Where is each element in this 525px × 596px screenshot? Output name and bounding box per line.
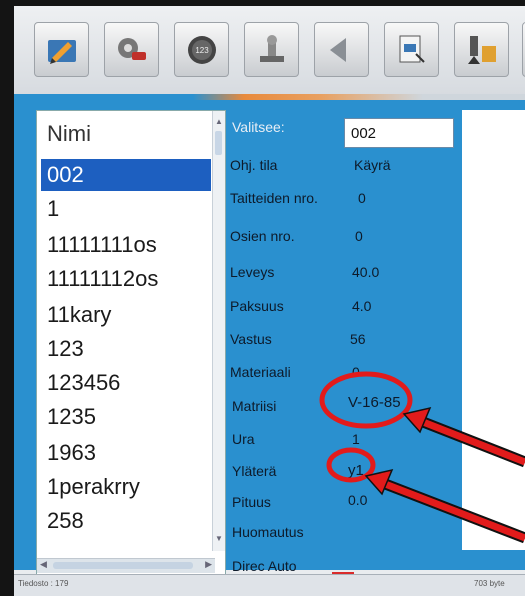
list-item[interactable]: 11kary xyxy=(41,299,211,331)
prop-label-pituus: Pituus xyxy=(232,494,271,510)
prop-value-taitteiden-nro: 0 xyxy=(358,190,366,206)
file-size: 703 byte xyxy=(474,579,505,588)
prop-label-matriisi: Matriisi xyxy=(232,398,277,414)
prop-label-ohj-tila: Ohj. tila xyxy=(230,157,278,173)
pencil-edit-button[interactable] xyxy=(34,22,89,77)
hscroll-thumb[interactable] xyxy=(53,562,193,569)
list-vertical-scrollbar[interactable]: ▲ ▼ xyxy=(212,111,225,551)
scroll-right-icon[interactable]: ▶ xyxy=(205,559,212,570)
preview-panel xyxy=(462,110,525,550)
counter-dial-icon: 123 xyxy=(187,35,216,64)
list-item[interactable]: 1963 xyxy=(41,437,211,469)
prop-value-ura: 1 xyxy=(352,431,360,447)
prop-label-materiaali: Materiaali xyxy=(230,364,291,380)
back-button[interactable] xyxy=(314,22,369,77)
prop-label-huomautus: Huomautus xyxy=(232,524,304,540)
bend-tool-button[interactable] xyxy=(454,22,509,77)
prop-value-matriisi: V-16-85 xyxy=(348,394,401,411)
prop-label-leveys: Leveys xyxy=(230,264,275,280)
tools-gear-icon xyxy=(117,37,146,60)
prop-label-direc-auto: Direc Auto xyxy=(232,558,297,574)
list-header: Nimi xyxy=(47,121,91,146)
document-pointer-icon xyxy=(399,35,425,63)
list-item[interactable]: 1 xyxy=(41,193,211,225)
prop-label-osien-nro: Osien nro. xyxy=(230,228,295,244)
tools-button[interactable] xyxy=(104,22,159,77)
list-horizontal-scrollbar[interactable]: ◀ ▶ xyxy=(37,558,215,573)
list-item[interactable]: 11111111os xyxy=(41,229,211,261)
prop-value-paksuus: 4.0 xyxy=(352,298,372,314)
prop-label-ura: Ura xyxy=(232,431,255,447)
toolbar: 123 xyxy=(14,6,525,94)
status-bar: Tiedosto : 179 703 byte xyxy=(14,574,525,596)
stamp-button[interactable] xyxy=(244,22,299,77)
file-count: Tiedosto : 179 xyxy=(18,579,69,588)
arrow-left-icon xyxy=(329,37,346,62)
stamp-icon xyxy=(259,34,284,62)
prop-label-taitteiden-nro: Taitteiden nro. xyxy=(230,190,318,206)
prop-value-ylatera: y1 xyxy=(348,462,364,479)
list-item[interactable]: 1perakrry xyxy=(41,471,211,503)
prop-value-leveys: 40.0 xyxy=(352,264,380,280)
prop-label-vastus: Vastus xyxy=(230,331,272,347)
prop-value-pituus: 0.0 xyxy=(348,492,368,508)
list-item[interactable]: 11111112os xyxy=(41,263,211,295)
list-item[interactable]: 258 xyxy=(41,505,211,537)
scroll-up-icon[interactable]: ▲ xyxy=(215,117,223,126)
document-button[interactable] xyxy=(384,22,439,77)
prop-value-vastus: 56 xyxy=(350,331,366,347)
prop-value-ohj-tila: Käyrä xyxy=(354,157,391,173)
svg-text:123: 123 xyxy=(195,46,209,55)
program-list: Nimi ▲ ▼ 002 1 11111111os 11111112os 11k… xyxy=(36,110,226,580)
list-item[interactable]: 123 xyxy=(41,333,211,365)
prop-label-paksuus: Paksuus xyxy=(230,298,284,314)
pencil-edit-icon xyxy=(47,39,76,64)
bend-tool-icon xyxy=(467,35,496,64)
machine-screen: 123 Valitsee: 002 Ohj. tila Käyrä Taitte… xyxy=(14,6,525,596)
prop-value-osien-nro: 0 xyxy=(355,228,363,244)
scroll-down-icon[interactable]: ▼ xyxy=(215,534,223,543)
scroll-thumb[interactable] xyxy=(215,131,222,155)
valitsee-field[interactable] xyxy=(344,118,454,148)
list-item[interactable]: 1235 xyxy=(41,401,211,433)
list-item-002[interactable]: 002 xyxy=(41,159,211,191)
prop-value-materiaali: 0 xyxy=(352,364,360,380)
valitsee-label: Valitsee: xyxy=(232,119,285,135)
counter-button[interactable]: 123 xyxy=(174,22,229,77)
prop-label-ylatera: Yläterä xyxy=(232,463,277,479)
scroll-left-icon[interactable]: ◀ xyxy=(40,559,47,570)
list-item[interactable]: 123456 xyxy=(41,367,211,399)
